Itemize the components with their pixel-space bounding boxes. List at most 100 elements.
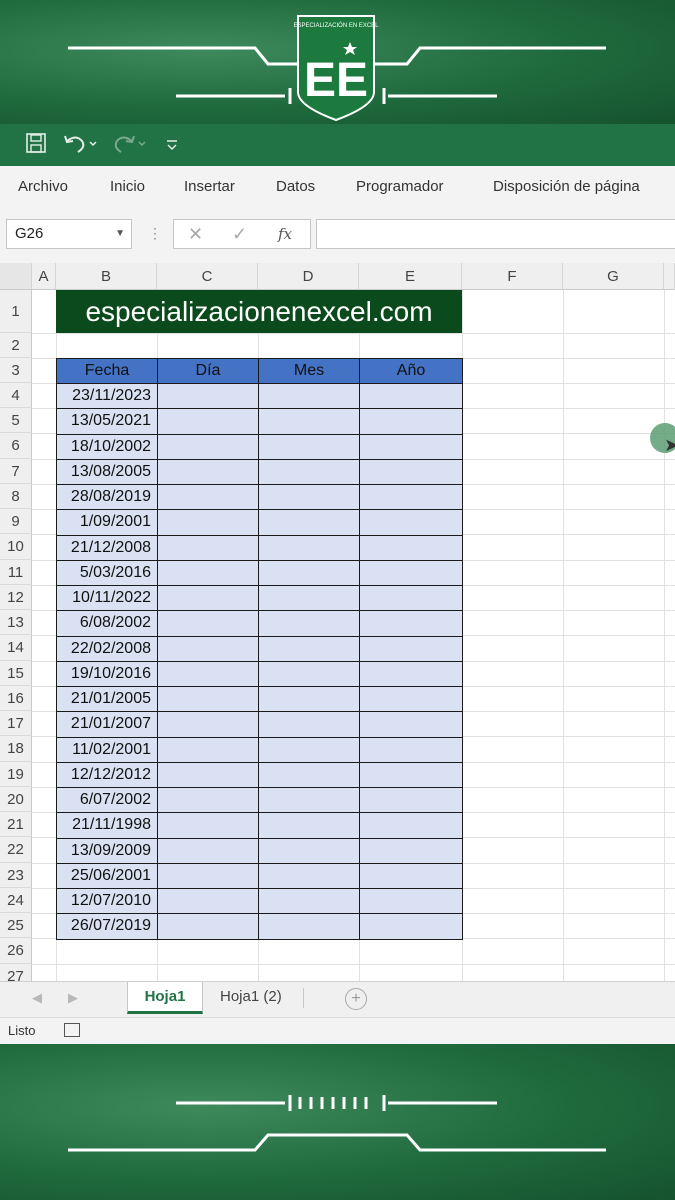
cancel-icon[interactable]: ✕	[188, 223, 203, 245]
save-icon[interactable]	[25, 132, 47, 158]
year-cell[interactable]	[359, 559, 463, 587]
day-cell[interactable]	[157, 711, 259, 738]
row-header[interactable]: 3	[0, 358, 32, 383]
row-header[interactable]: 9	[0, 509, 32, 534]
tab-archivo[interactable]: Archivo	[18, 166, 68, 208]
day-cell[interactable]	[157, 534, 259, 561]
year-cell[interactable]	[359, 913, 463, 940]
row-header[interactable]: 20	[0, 787, 32, 812]
row-header[interactable]: 5	[0, 408, 32, 433]
row-header[interactable]: 25	[0, 913, 32, 938]
month-cell[interactable]	[258, 761, 360, 789]
worksheet-grid[interactable]: A B C D E F G 1 2 3 4 5 6 7 8 9 10 11 12…	[0, 263, 675, 981]
date-cell[interactable]: 23/11/2023	[56, 382, 158, 410]
tab-inicio[interactable]: Inicio	[110, 166, 145, 208]
month-cell[interactable]	[258, 559, 360, 587]
row-header[interactable]: 23	[0, 863, 32, 888]
day-cell[interactable]	[157, 660, 259, 688]
row-header[interactable]: 12	[0, 585, 32, 610]
row-header[interactable]: 14	[0, 635, 32, 661]
row-header[interactable]: 27	[0, 964, 32, 981]
date-cell[interactable]: 21/01/2005	[56, 685, 158, 713]
year-cell[interactable]	[359, 509, 463, 536]
date-cell[interactable]: 11/02/2001	[56, 736, 158, 763]
year-cell[interactable]	[359, 382, 463, 410]
row-header[interactable]: 4	[0, 383, 32, 408]
row-header[interactable]: 8	[0, 484, 32, 509]
sheet-tab-hoja1[interactable]: Hoja1	[127, 982, 203, 1014]
day-cell[interactable]	[157, 584, 259, 612]
month-cell[interactable]	[258, 837, 360, 864]
date-cell[interactable]: 13/08/2005	[56, 458, 158, 486]
day-cell[interactable]	[157, 786, 259, 814]
year-cell[interactable]	[359, 433, 463, 460]
date-cell[interactable]: 5/03/2016	[56, 559, 158, 587]
chevron-down-icon[interactable]: ▼	[115, 220, 125, 248]
customize-toolbar-icon[interactable]	[165, 132, 179, 158]
row-header[interactable]: 13	[0, 610, 32, 635]
month-cell[interactable]	[258, 635, 360, 662]
date-cell[interactable]: 13/09/2009	[56, 837, 158, 864]
tab-programador[interactable]: Programador	[356, 166, 444, 208]
row-header[interactable]: 16	[0, 686, 32, 711]
header-mes[interactable]: Mes	[258, 358, 360, 384]
date-cell[interactable]: 26/07/2019	[56, 913, 158, 940]
row-header[interactable]: 17	[0, 711, 32, 736]
row-header[interactable]: 18	[0, 736, 32, 762]
row-header[interactable]: 10	[0, 534, 32, 560]
month-cell[interactable]	[258, 458, 360, 486]
year-cell[interactable]	[359, 483, 463, 511]
sheet-tab-hoja1-2[interactable]: Hoja1 (2)	[220, 982, 282, 1014]
year-cell[interactable]	[359, 761, 463, 789]
date-cell[interactable]: 13/05/2021	[56, 408, 158, 435]
month-cell[interactable]	[258, 433, 360, 460]
header-ano[interactable]: Año	[359, 358, 463, 384]
day-cell[interactable]	[157, 685, 259, 713]
month-cell[interactable]	[258, 862, 360, 890]
date-cell[interactable]: 12/07/2010	[56, 887, 158, 915]
day-cell[interactable]	[157, 509, 259, 536]
row-header[interactable]: 21	[0, 812, 32, 837]
date-cell[interactable]: 18/10/2002	[56, 433, 158, 460]
year-cell[interactable]	[359, 837, 463, 864]
column-header-f[interactable]: F	[462, 263, 563, 290]
day-cell[interactable]	[157, 610, 259, 637]
day-cell[interactable]	[157, 837, 259, 864]
column-header-a[interactable]: A	[32, 263, 56, 290]
column-header-g[interactable]: G	[563, 263, 664, 290]
day-cell[interactable]	[157, 458, 259, 486]
row-header[interactable]: 24	[0, 888, 32, 913]
title-cell[interactable]: especializacionenexcel.com	[56, 290, 462, 333]
date-cell[interactable]: 19/10/2016	[56, 660, 158, 688]
day-cell[interactable]	[157, 913, 259, 940]
column-header-b[interactable]: B	[56, 263, 157, 290]
month-cell[interactable]	[258, 913, 360, 940]
year-cell[interactable]	[359, 812, 463, 839]
month-cell[interactable]	[258, 685, 360, 713]
year-cell[interactable]	[359, 887, 463, 915]
tab-insertar[interactable]: Insertar	[184, 166, 235, 208]
month-cell[interactable]	[258, 584, 360, 612]
column-header-h[interactable]	[664, 263, 675, 290]
column-header-e[interactable]: E	[359, 263, 462, 290]
day-cell[interactable]	[157, 736, 259, 763]
column-header-d[interactable]: D	[258, 263, 359, 290]
date-cell[interactable]: 21/12/2008	[56, 534, 158, 561]
day-cell[interactable]	[157, 408, 259, 435]
day-cell[interactable]	[157, 433, 259, 460]
header-fecha[interactable]: Fecha	[56, 358, 158, 384]
undo-icon[interactable]	[62, 132, 98, 158]
year-cell[interactable]	[359, 685, 463, 713]
date-cell[interactable]: 12/12/2012	[56, 761, 158, 789]
check-icon[interactable]: ✓	[232, 223, 247, 245]
month-cell[interactable]	[258, 509, 360, 536]
redo-icon[interactable]	[110, 132, 146, 158]
date-cell[interactable]: 6/08/2002	[56, 610, 158, 637]
date-cell[interactable]: 22/02/2008	[56, 635, 158, 662]
row-header[interactable]: 22	[0, 837, 32, 863]
row-header[interactable]: 6	[0, 433, 32, 459]
date-cell[interactable]: 25/06/2001	[56, 862, 158, 890]
day-cell[interactable]	[157, 382, 259, 410]
month-cell[interactable]	[258, 483, 360, 511]
row-header[interactable]: 2	[0, 333, 32, 358]
